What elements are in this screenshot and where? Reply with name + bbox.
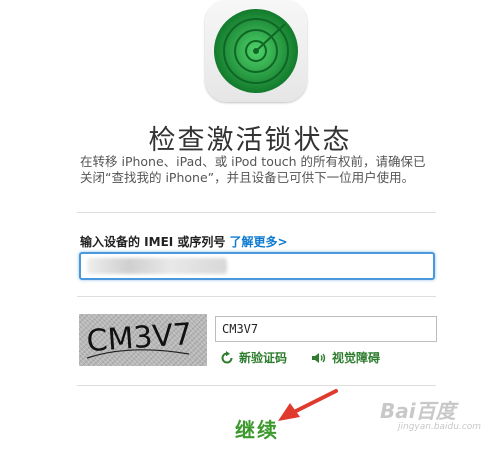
new-captcha-label: 新验证码 xyxy=(239,351,288,365)
imei-label-text: 输入设备的 IMEI 或序列号 xyxy=(80,235,226,249)
description-line-2: 关闭“查找我的 iPhone”，并且设备已可供下一位用户使用。 xyxy=(80,170,415,185)
speaker-icon xyxy=(312,352,326,363)
divider-bottom xyxy=(77,385,436,386)
description: 在转移 iPhone、iPad、或 iPod touch 的所有权前，请确保已 … xyxy=(80,154,455,186)
baidu-watermark: Bai百度 jingyan.baidu.com xyxy=(380,395,495,437)
captcha-text-graphic: CM3V7 xyxy=(86,317,194,359)
learn-more-link[interactable]: 了解更多> xyxy=(229,235,287,249)
find-my-iphone-app-icon xyxy=(205,0,307,102)
divider-top xyxy=(77,212,436,213)
imei-input[interactable] xyxy=(79,252,435,280)
accessibility-audio-button[interactable]: 视觉障碍 xyxy=(311,349,380,366)
imei-field-label: 输入设备的 IMEI 或序列号 了解更多> xyxy=(80,233,288,250)
watermark-sub: jingyan.baidu.com xyxy=(398,422,482,432)
description-line-1: 在转移 iPhone、iPad、或 iPod touch 的所有权前，请确保已 xyxy=(80,154,426,169)
find-my-iphone-radar-icon xyxy=(214,9,298,93)
captcha-image: CM3V7 xyxy=(79,314,207,366)
captcha-image-text: CM3V7 xyxy=(86,317,194,359)
page-title: 检查激活锁状态 xyxy=(148,125,352,156)
accessibility-label: 视觉障碍 xyxy=(332,351,381,365)
new-captcha-button[interactable]: 新验证码 xyxy=(220,349,287,366)
divider-middle xyxy=(77,296,436,297)
imei-blurred-value xyxy=(87,258,227,274)
watermark-main: Bai百度 xyxy=(380,399,456,423)
red-arrow-icon xyxy=(278,389,338,421)
captcha-input[interactable]: CM3V7 xyxy=(215,316,437,342)
refresh-icon xyxy=(221,350,233,363)
